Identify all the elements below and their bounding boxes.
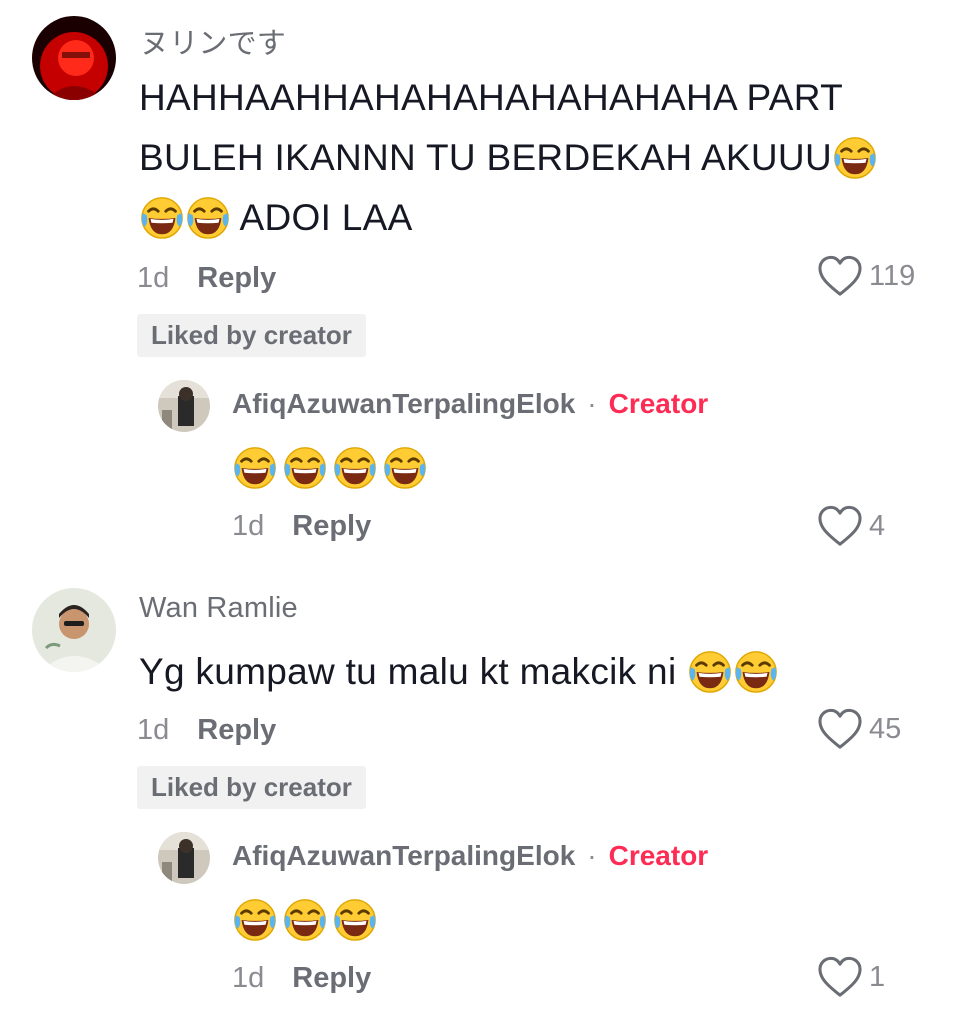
face-with-tears-of-joy-emoji [232, 896, 278, 942]
face-with-tears-of-joy-emoji [832, 134, 878, 180]
reply-username-row: AfiqAzuwanTerpalingElok · Creator [232, 840, 708, 872]
like-button[interactable]: 45 [817, 708, 901, 750]
creator-label: Creator [608, 388, 709, 419]
avatar[interactable] [158, 380, 210, 432]
avatar[interactable] [32, 16, 116, 100]
like-count: 119 [869, 259, 916, 292]
reply-meta: 1d Reply [232, 962, 371, 995]
face-with-tears-of-joy-emoji [139, 194, 185, 240]
reply-username[interactable]: AfiqAzuwanTerpalingElok [232, 388, 575, 420]
reply-text [232, 896, 378, 942]
reply-text [232, 444, 428, 490]
comment-username[interactable]: ヌリンです [140, 20, 286, 62]
avatar[interactable] [158, 832, 210, 884]
face-with-tears-of-joy-emoji [382, 444, 428, 490]
reply-time: 1d [232, 510, 265, 542]
like-button[interactable]: 4 [817, 505, 885, 547]
liked-by-creator-badge: Liked by creator [137, 766, 366, 809]
face-with-tears-of-joy-emoji [687, 648, 733, 694]
face-with-tears-of-joy-emoji [232, 444, 278, 490]
heart-outline-icon[interactable] [817, 505, 863, 547]
avatar[interactable] [32, 588, 116, 672]
comment-meta: 1d Reply [137, 262, 276, 295]
creator-label: Creator [608, 840, 709, 871]
comment-text-line: BULEH IKANNN TU BERDEKAH AKUUU [139, 128, 959, 188]
comment-text-line: ADOI LAA [139, 188, 959, 248]
face-with-tears-of-joy-emoji [332, 896, 378, 942]
heart-outline-icon[interactable] [817, 708, 863, 750]
separator-dot: · [587, 388, 597, 419]
face-with-tears-of-joy-emoji [332, 444, 378, 490]
like-button[interactable]: 1 [817, 956, 885, 998]
heart-outline-icon[interactable] [817, 255, 863, 297]
reply-time: 1d [232, 962, 265, 994]
comment-text-line: HAHHAAHHAHAHAHAHAHAHAHA PART [139, 77, 844, 118]
reply-meta: 1d Reply [232, 510, 371, 543]
like-count: 45 [869, 712, 902, 745]
like-button[interactable]: 119 [817, 255, 915, 297]
face-with-tears-of-joy-emoji [733, 648, 779, 694]
face-with-tears-of-joy-emoji [282, 896, 328, 942]
comment-time: 1d [137, 714, 170, 746]
reply-username[interactable]: AfiqAzuwanTerpalingElok [232, 840, 575, 872]
face-with-tears-of-joy-emoji [282, 444, 328, 490]
comment-text-line: Yg kumpaw tu malu kt makcik ni [139, 642, 959, 702]
comment-text: Yg kumpaw tu malu kt makcik ni [139, 642, 959, 702]
comment-username[interactable]: Wan Ramlie [139, 592, 298, 625]
like-count: 4 [869, 509, 886, 542]
comment-meta: 1d Reply [137, 714, 276, 747]
reply-button[interactable]: Reply [292, 510, 371, 543]
comment-time: 1d [137, 262, 170, 294]
reply-button[interactable]: Reply [197, 714, 276, 747]
separator-dot: · [587, 840, 597, 871]
reply-username-row: AfiqAzuwanTerpalingElok · Creator [232, 388, 708, 420]
comment-text: HAHHAAHHAHAHAHAHAHAHAHA PART BULEH IKANN… [139, 68, 959, 248]
reply-button[interactable]: Reply [197, 262, 276, 295]
heart-outline-icon[interactable] [817, 956, 863, 998]
reply-button[interactable]: Reply [292, 962, 371, 995]
like-count: 1 [869, 960, 886, 993]
face-with-tears-of-joy-emoji [185, 194, 231, 240]
liked-by-creator-badge: Liked by creator [137, 314, 366, 357]
